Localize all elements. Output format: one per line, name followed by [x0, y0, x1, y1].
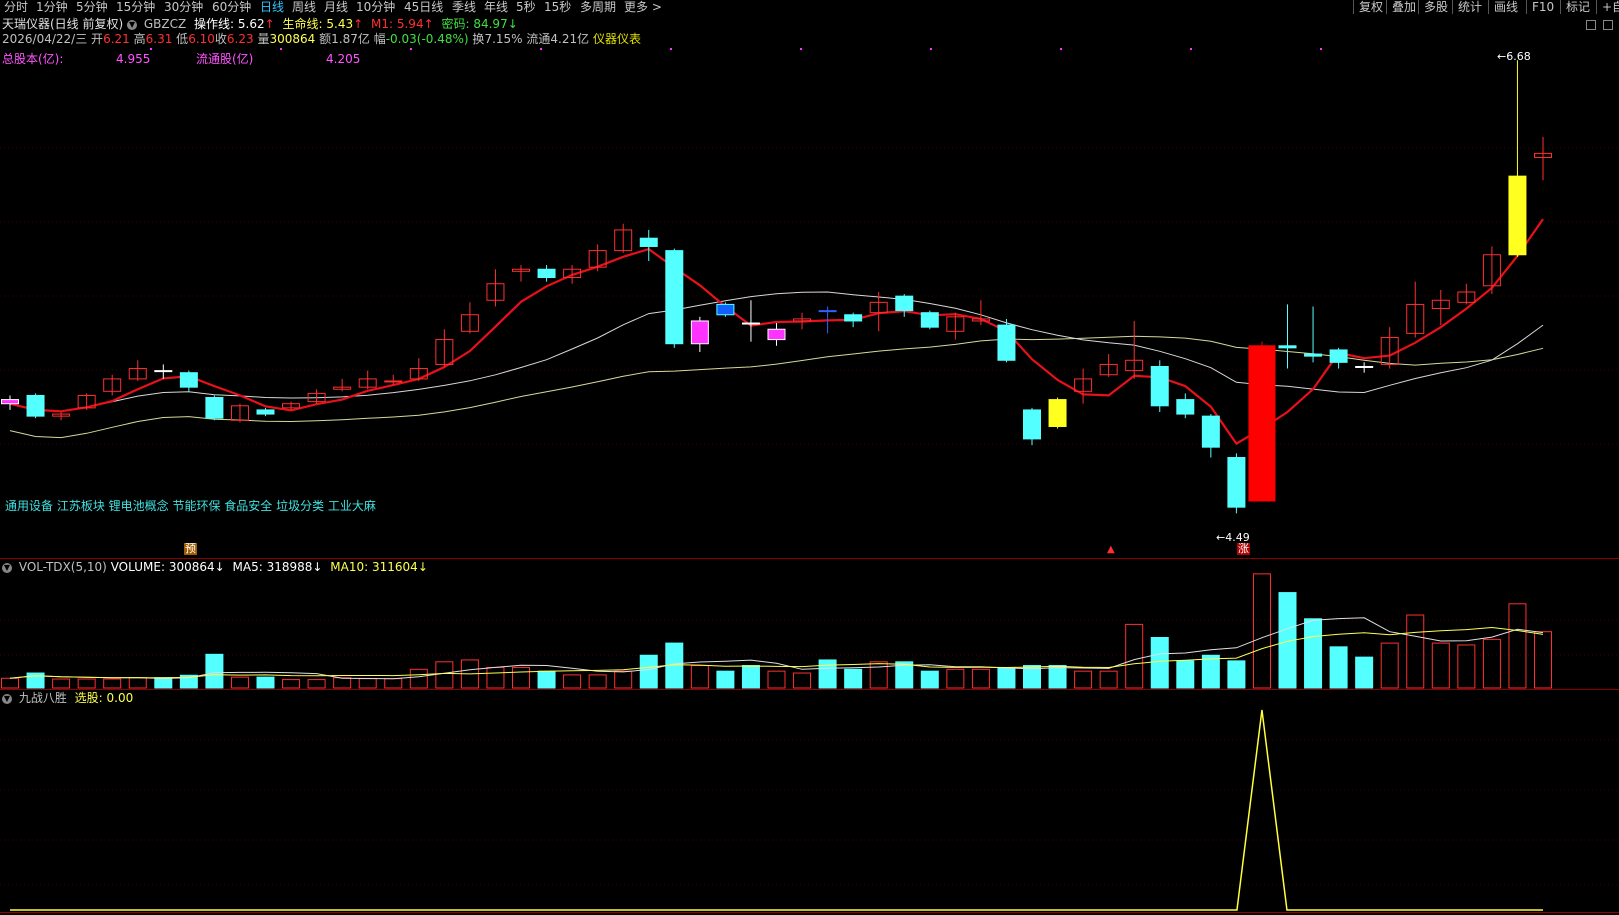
volume-bar: [1355, 656, 1374, 689]
candle-body: [1355, 365, 1374, 368]
volume-bar: [333, 677, 352, 689]
candle-body: [1248, 345, 1276, 502]
volume-bar: [844, 668, 863, 689]
marker-dot: [800, 48, 802, 50]
volume-bar: [1252, 573, 1271, 689]
candle-body: [1023, 409, 1041, 440]
candle-body: [1176, 399, 1195, 415]
volume-bar: [307, 679, 326, 689]
volume-bar: [741, 665, 760, 689]
volume-bar: [1534, 631, 1552, 689]
volume-bar: [1074, 670, 1093, 689]
candle-body: [690, 320, 709, 345]
candle-body: [26, 394, 45, 417]
candle-body: [179, 372, 198, 388]
volume-bar: [1176, 660, 1195, 689]
candle-body: [256, 409, 275, 415]
candle-body: [1, 399, 19, 405]
volume-bar: [563, 674, 582, 689]
marker-dot: [1320, 48, 1322, 50]
volume-bar: [1457, 644, 1476, 689]
candle-body: [1227, 457, 1246, 508]
candle-body: [920, 312, 939, 328]
volume-bar: [1482, 638, 1501, 689]
volume-bar: [767, 670, 786, 689]
volume-bar: [869, 661, 888, 689]
volume-bar: [358, 678, 377, 689]
volume-bar: [103, 678, 122, 689]
candle-body: [1304, 353, 1323, 357]
candle-body: [205, 397, 224, 419]
volume-bar: [537, 670, 556, 689]
candle-body: [818, 310, 837, 313]
volume-bar: [1329, 646, 1348, 689]
marker-dot: [1190, 48, 1192, 50]
volume-bar: [512, 666, 530, 689]
volume-bar: [77, 678, 96, 689]
volume-bar: [1, 677, 19, 689]
volume-bar: [384, 678, 403, 689]
volume-bar: [154, 677, 173, 689]
volume-bar: [205, 653, 224, 689]
marker-dot: [540, 48, 542, 50]
candle-body: [997, 324, 1016, 361]
candle-body: [767, 328, 786, 341]
candle-body: [537, 268, 556, 279]
volume-bar: [1125, 623, 1144, 689]
volume-bar: [1406, 614, 1425, 689]
candle-body: [639, 237, 658, 247]
volume-bar: [946, 668, 965, 689]
volume-bar: [1048, 665, 1067, 689]
marker-dot: [670, 48, 672, 50]
candle-body: [844, 314, 863, 322]
volume-bar: [128, 677, 147, 689]
volume-bar: [486, 666, 505, 689]
candle-body: [384, 380, 403, 383]
volume-bar: [282, 679, 301, 689]
volume-bar: [1380, 642, 1399, 689]
volume-bar: [639, 654, 658, 689]
volume-bar: [409, 668, 428, 689]
marker-dot: [1060, 48, 1062, 50]
volume-bar: [256, 676, 275, 689]
volume-bar: [1508, 603, 1527, 689]
volume-bar: [818, 659, 837, 689]
candle-body: [665, 250, 684, 345]
volume-bar: [971, 668, 990, 689]
candle-body: [1201, 415, 1220, 448]
volume-bar: [1304, 618, 1323, 689]
candle-body: [1329, 349, 1348, 363]
volume-bar: [716, 670, 735, 689]
volume-bar: [920, 670, 939, 689]
volume-bar: [1201, 654, 1220, 689]
candle-body: [1150, 365, 1169, 407]
volume-bar: [1150, 636, 1169, 689]
volume-bar: [52, 678, 71, 689]
candle-body: [1508, 175, 1527, 256]
volume-bar: [793, 672, 812, 689]
volume-bar: [588, 674, 607, 689]
volume-bar: [690, 665, 709, 689]
candle-body: [154, 370, 173, 373]
candle-body: [741, 322, 760, 325]
marker-dot: [280, 48, 282, 50]
candle-body: [716, 303, 735, 316]
candle-body: [1278, 345, 1297, 349]
volume-bar: [1099, 670, 1118, 689]
candle-body: [895, 295, 914, 312]
volume-bar: [230, 676, 249, 689]
marker-dot: [150, 48, 152, 50]
volume-bar: [614, 670, 633, 689]
kline-chart[interactable]: [0, 0, 1619, 915]
candle-body: [1048, 399, 1067, 427]
volume-bar: [435, 661, 454, 689]
volume-bar: [997, 667, 1016, 689]
marker-dot: [930, 48, 932, 50]
volume-bar: [1227, 660, 1246, 689]
volume-bar: [1431, 642, 1450, 689]
marker-dot: [410, 48, 412, 50]
